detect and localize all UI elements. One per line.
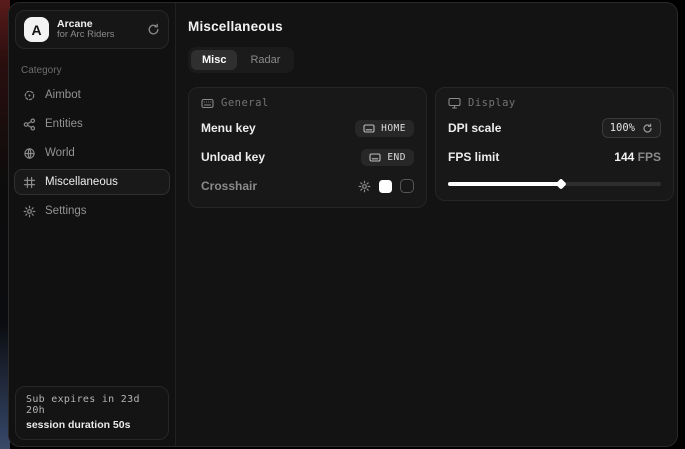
dpi-scale-value: 100% xyxy=(610,122,635,134)
avatar: A xyxy=(24,17,49,42)
sidebar-item-label: Settings xyxy=(45,205,87,217)
key-icon xyxy=(363,124,375,133)
crosshair-controls xyxy=(358,179,414,193)
sidebar-item-entities[interactable]: Entities xyxy=(14,111,170,137)
dpi-scale-label: DPI scale xyxy=(448,121,501,135)
fps-limit-value: 144 FPS xyxy=(614,150,661,164)
crosshair-color-swatch[interactable] xyxy=(379,180,392,193)
tab-bar: Misc Radar xyxy=(188,47,294,73)
session-duration-text: session duration 50s xyxy=(26,419,158,431)
sidebar-item-label: World xyxy=(45,147,75,159)
profile-card: A Arcane for Arc Riders xyxy=(15,10,169,49)
crosshair-settings-gear-icon[interactable] xyxy=(358,180,371,193)
sidebar-nav: Aimbot Entities World xyxy=(9,82,175,224)
overlay-window: A Arcane for Arc Riders Category Aimbot xyxy=(8,2,678,447)
grid-icon xyxy=(23,176,36,189)
slider-fill xyxy=(448,182,561,186)
sidebar-item-miscellaneous[interactable]: Miscellaneous xyxy=(14,169,170,195)
display-card-header: Display xyxy=(448,97,661,109)
avatar-letter: A xyxy=(31,22,41,38)
subscription-card: Sub expires in 23d 20h session duration … xyxy=(15,386,169,440)
crosshair-checkbox[interactable] xyxy=(400,179,414,193)
sync-icon[interactable] xyxy=(147,23,160,36)
unload-key-row: Unload key END xyxy=(201,147,414,167)
fps-unit: FPS xyxy=(638,150,661,164)
tab-misc[interactable]: Misc xyxy=(191,50,237,70)
tab-radar[interactable]: Radar xyxy=(239,50,291,70)
unload-key-label: Unload key xyxy=(201,150,265,164)
share-nodes-icon xyxy=(23,118,36,131)
fps-limit-row: FPS limit 144 FPS xyxy=(448,147,661,167)
profile-text: Arcane for Arc Riders xyxy=(57,18,139,41)
sidebar-item-settings[interactable]: Settings xyxy=(14,198,170,224)
sidebar-item-world[interactable]: World xyxy=(14,140,170,166)
sidebar: A Arcane for Arc Riders Category Aimbot xyxy=(9,3,176,446)
keyboard-icon xyxy=(201,98,214,109)
key-icon xyxy=(369,153,381,162)
slider-thumb[interactable] xyxy=(555,178,566,189)
gear-icon xyxy=(23,205,36,218)
fps-limit-slider[interactable] xyxy=(448,179,661,189)
crosshair-row: Crosshair xyxy=(201,176,414,196)
sub-expires-text: Sub expires in 23d 20h xyxy=(26,394,158,416)
crosshair-label: Crosshair xyxy=(201,179,257,193)
general-card-header: General xyxy=(201,97,414,109)
page-title: Miscellaneous xyxy=(188,19,674,34)
general-card: General Menu key HOME Unload key xyxy=(188,87,427,208)
crosshair-icon xyxy=(23,89,36,102)
general-card-title: General xyxy=(221,97,269,109)
sidebar-item-aimbot[interactable]: Aimbot xyxy=(14,82,170,108)
menu-key-row: Menu key HOME xyxy=(201,118,414,138)
sidebar-item-label: Entities xyxy=(45,118,83,130)
display-card: Display DPI scale 100% FPS limit xyxy=(435,87,674,201)
cards-row: General Menu key HOME Unload key xyxy=(188,87,674,208)
menu-key-value: HOME xyxy=(381,123,406,134)
dpi-scale-row: DPI scale 100% xyxy=(448,118,661,138)
monitor-icon xyxy=(448,97,461,109)
menu-key-button[interactable]: HOME xyxy=(355,120,414,137)
globe-icon xyxy=(23,147,36,160)
sidebar-item-label: Miscellaneous xyxy=(45,176,118,188)
unload-key-value: END xyxy=(387,152,406,163)
dpi-scale-control[interactable]: 100% xyxy=(602,118,661,138)
unload-key-button[interactable]: END xyxy=(361,149,414,166)
fps-number: 144 xyxy=(614,150,634,164)
display-card-title: Display xyxy=(468,97,516,109)
main-content: Miscellaneous Misc Radar General Menu ke… xyxy=(176,3,678,446)
app-subtitle: for Arc Riders xyxy=(57,30,139,41)
category-label: Category xyxy=(21,65,163,76)
sidebar-item-label: Aimbot xyxy=(45,89,81,101)
fps-limit-label: FPS limit xyxy=(448,150,499,164)
refresh-icon[interactable] xyxy=(642,123,653,134)
menu-key-label: Menu key xyxy=(201,121,256,135)
